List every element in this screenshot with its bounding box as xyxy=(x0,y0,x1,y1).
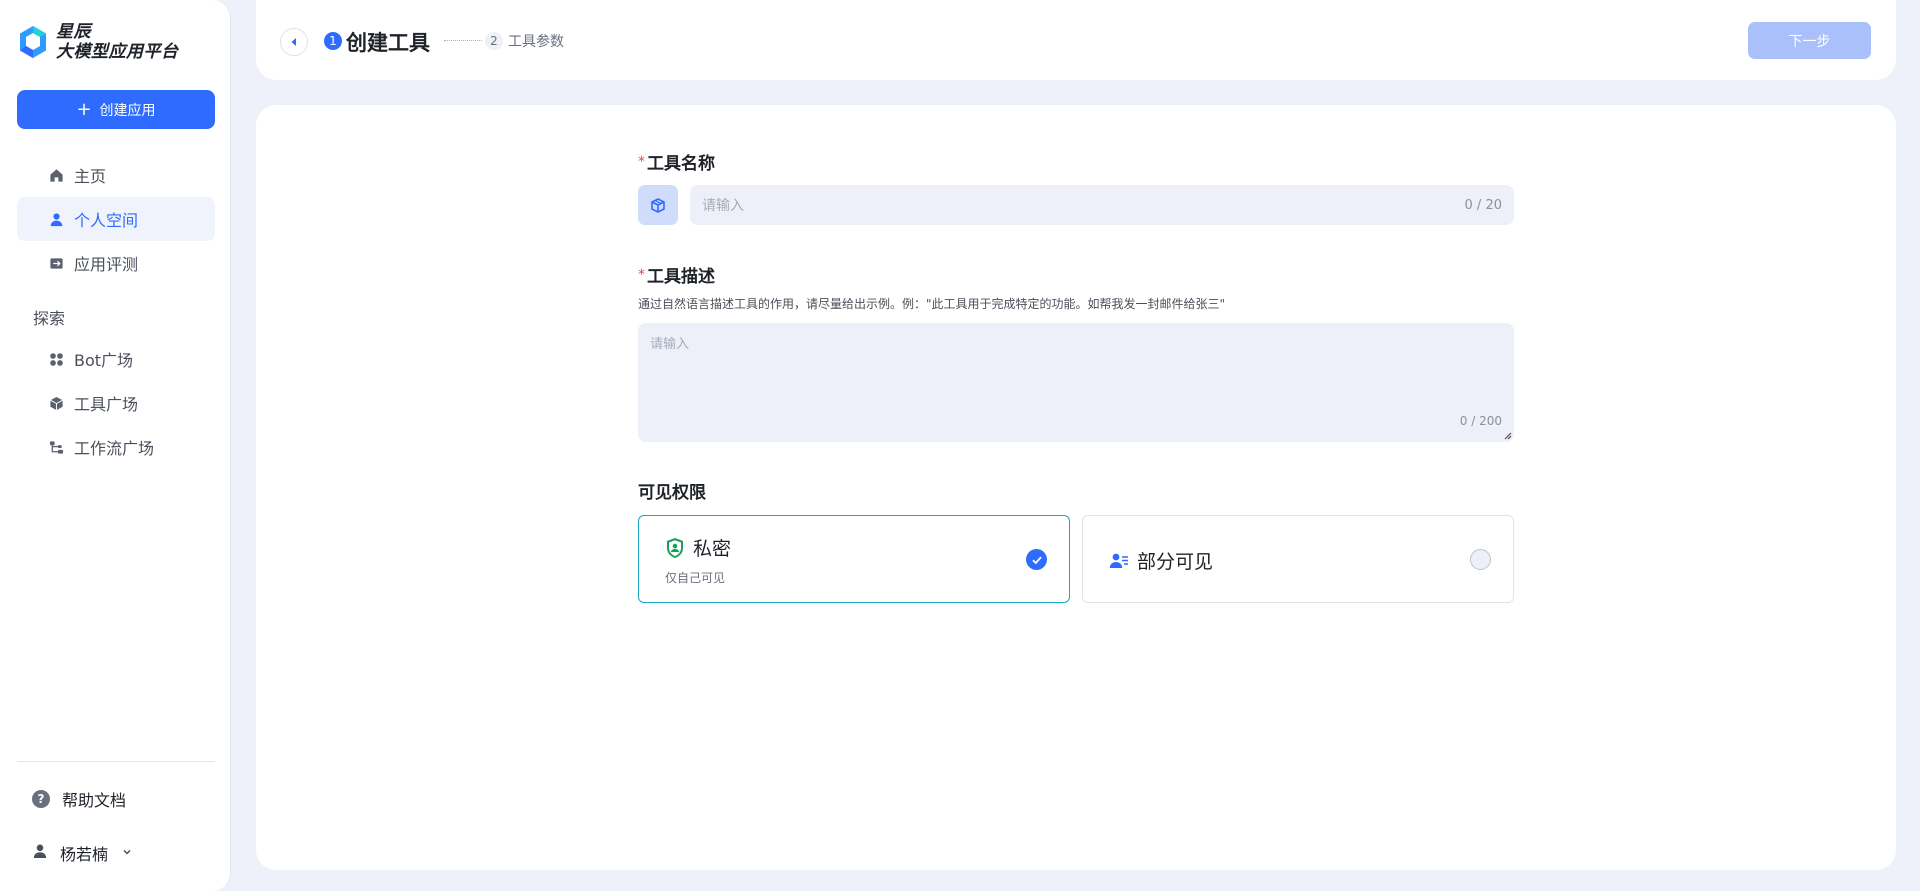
tool-desc-label: * 工具描述 xyxy=(638,262,715,288)
sidebar-item-label: 应用评测 xyxy=(74,255,139,274)
sidebar-item-home[interactable]: 主页 xyxy=(17,153,215,197)
home-icon xyxy=(48,167,64,183)
tool-desc-label-text: 工具描述 xyxy=(647,267,715,287)
help-docs-label: 帮助文档 xyxy=(62,791,127,810)
grid-icon xyxy=(48,351,64,367)
create-app-button[interactable]: + 创建应用 xyxy=(17,90,215,129)
tool-desc-hint: 通过自然语言描述工具的作用，请尽量给出示例。例："此工具用于完成特定的功能。如帮… xyxy=(638,297,1226,311)
header: 1 创建工具 2 工具参数 下一步 xyxy=(256,0,1896,80)
partial-option-title: 部分可见 xyxy=(1137,551,1214,573)
sidebar-item-workflow-plaza[interactable]: 工作流广场 xyxy=(17,425,215,469)
chevron-down-icon xyxy=(122,846,132,860)
step-2-label: 工具参数 xyxy=(508,34,564,50)
explore-section-title: 探索 xyxy=(33,309,66,328)
sidebar-item-personal-space[interactable]: 个人空间 xyxy=(17,197,215,241)
sidebar-item-label: 主页 xyxy=(74,167,107,186)
plus-icon: + xyxy=(76,98,92,120)
help-icon: ? xyxy=(32,790,50,808)
tool-name-counter: 0 / 20 xyxy=(1464,197,1502,213)
cube-icon xyxy=(48,395,64,411)
workflow-icon xyxy=(48,439,64,455)
step-2-number: 2 xyxy=(485,32,503,50)
logo[interactable]: 星辰 大模型应用平台 xyxy=(18,22,179,62)
tool-box-icon xyxy=(651,198,665,213)
logo-icon xyxy=(20,26,46,58)
logo-subtitle: 大模型应用平台 xyxy=(56,42,179,62)
step-1-label: 创建工具 xyxy=(346,31,430,55)
sidebar-item-tool-plaza[interactable]: 工具广场 xyxy=(17,381,215,425)
logo-title: 星辰 xyxy=(56,22,91,42)
sidebar-item-bot-plaza[interactable]: Bot广场 xyxy=(17,337,215,381)
sidebar-nav: 主页 个人空间 应用评测 探索 Bot广场 工具广场 工作流广场 xyxy=(17,153,215,469)
private-option-subtitle: 仅自己可见 xyxy=(665,571,726,585)
required-mark: * xyxy=(638,153,645,170)
evaluation-icon xyxy=(48,255,64,271)
tool-name-placeholder: 请输入 xyxy=(702,198,744,214)
sidebar-item-label: 工作流广场 xyxy=(74,439,155,458)
tool-desc-textarea[interactable]: 请输入 0 / 200 xyxy=(638,323,1514,442)
tool-name-label-text: 工具名称 xyxy=(647,154,715,174)
step-connector xyxy=(444,40,482,41)
sidebar-item-evaluation[interactable]: 应用评测 xyxy=(17,241,215,285)
tool-icon-picker[interactable] xyxy=(638,185,678,225)
private-option-title: 私密 xyxy=(693,538,732,560)
step-1-number: 1 xyxy=(324,32,342,50)
create-app-label: 创建应用 xyxy=(99,102,156,119)
user-name: 杨若楠 xyxy=(60,845,109,864)
tool-name-input[interactable]: 请输入 0 / 20 xyxy=(690,185,1514,225)
visibility-option-partial[interactable]: 部分可见 xyxy=(1082,515,1514,603)
required-mark: * xyxy=(638,266,645,283)
tool-name-label: * 工具名称 xyxy=(638,149,715,175)
radio-unchecked-icon[interactable] xyxy=(1470,549,1491,570)
caret-left-icon xyxy=(291,38,296,46)
sidebar-item-label: 工具广场 xyxy=(74,395,139,414)
sidebar-item-label: 个人空间 xyxy=(74,211,139,230)
tool-desc-placeholder: 请输入 xyxy=(650,337,690,352)
user-icon xyxy=(48,211,64,227)
help-docs-link[interactable]: ? 帮助文档 xyxy=(32,787,126,811)
shield-user-icon xyxy=(667,537,683,558)
resize-handle-icon[interactable] xyxy=(1503,431,1512,440)
sidebar-divider xyxy=(17,761,215,762)
main-card: * 工具名称 请输入 0 / 20 * 工具描述 通过自然语言描述工具的作用，请… xyxy=(256,105,1896,870)
user-menu[interactable]: 杨若楠 xyxy=(32,841,132,865)
avatar-icon xyxy=(32,843,48,863)
sidebar-item-label: Bot广场 xyxy=(74,351,134,370)
user-list-icon xyxy=(1109,553,1128,568)
tool-desc-counter: 0 / 200 xyxy=(1459,414,1502,428)
next-step-button[interactable]: 下一步 xyxy=(1748,22,1871,59)
sidebar: 星辰 大模型应用平台 + 创建应用 主页 个人空间 应用评测 探索 Bot广场 … xyxy=(0,0,231,891)
visibility-label: 可见权限 xyxy=(638,483,706,503)
visibility-option-private[interactable]: 私密 仅自己可见 xyxy=(638,515,1070,603)
back-button[interactable] xyxy=(280,28,308,56)
radio-checked-icon[interactable] xyxy=(1026,549,1047,570)
